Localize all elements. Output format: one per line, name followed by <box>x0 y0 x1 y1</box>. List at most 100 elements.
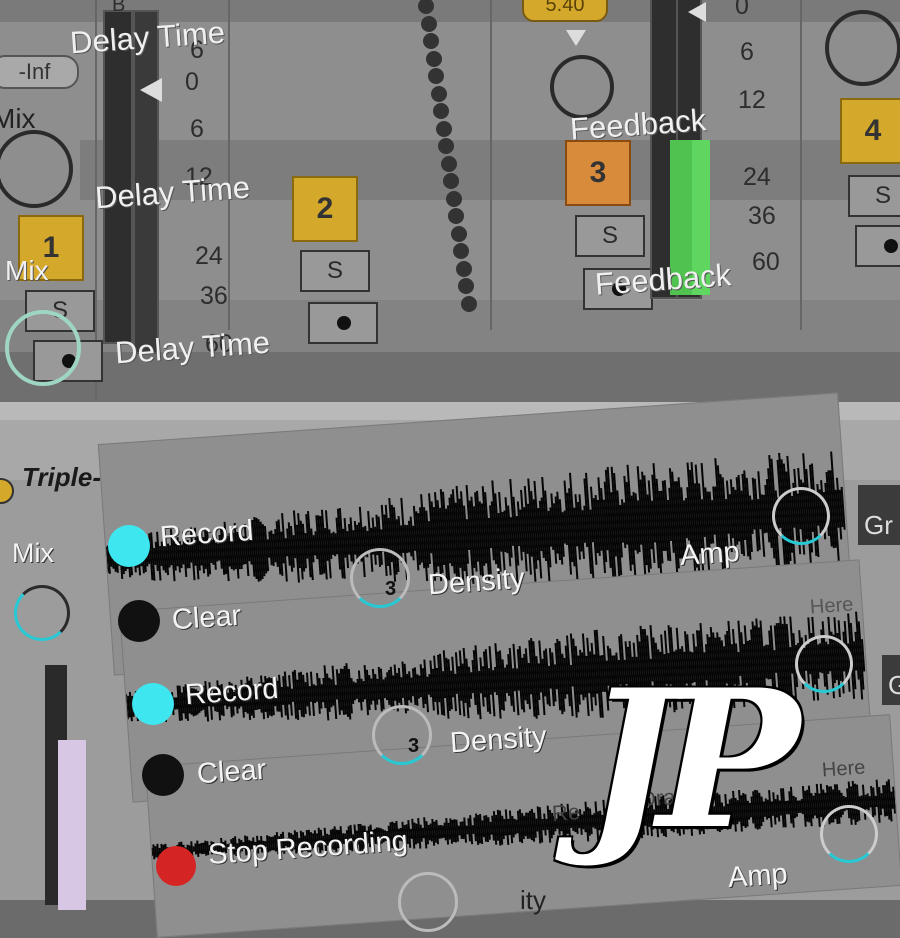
clip-slot-dot <box>443 173 459 189</box>
record-button-2[interactable] <box>132 683 174 725</box>
waveform-sample <box>463 821 464 839</box>
waveform-sample <box>292 689 293 702</box>
waveform-sample <box>417 824 418 844</box>
track-button-2[interactable]: 2 <box>292 176 358 242</box>
clip-slot-dot <box>458 278 474 294</box>
density-label: Density <box>449 721 548 761</box>
clear-button-1[interactable] <box>118 600 160 642</box>
fader-arrow-icon[interactable] <box>140 78 162 102</box>
waveform-sample <box>882 793 883 808</box>
waveform-sample <box>504 819 505 835</box>
mix-label: Mix <box>5 255 49 287</box>
amp-knob-1[interactable] <box>772 487 830 545</box>
waveform-sample <box>197 841 198 857</box>
waveform-sample <box>467 826 468 835</box>
waveform-sample <box>893 787 895 814</box>
scale-mark: B <box>112 0 125 17</box>
waveform-sample <box>508 819 509 835</box>
solo-button-3[interactable]: S <box>575 215 645 257</box>
clip-slot-dot <box>423 33 439 49</box>
scale-tick-24: 24 <box>195 242 223 271</box>
grain-button[interactable]: G <box>882 655 900 705</box>
volume-readout[interactable]: -Inf <box>0 55 79 89</box>
triangle-down-icon <box>566 30 586 46</box>
waveform-sample <box>359 671 362 711</box>
scale-tick-36: 36 <box>200 282 228 311</box>
waveform-sample <box>473 825 474 834</box>
record-button-1[interactable] <box>108 525 150 567</box>
density-value: 3 <box>408 735 419 758</box>
send-knob[interactable] <box>5 310 81 386</box>
solo-button-2[interactable]: S <box>300 250 370 292</box>
record-arm-button-2[interactable] <box>308 302 378 344</box>
clear-label: Clear <box>196 754 267 792</box>
scale-tick-36: 36 <box>748 202 776 231</box>
clip-slot-dot <box>438 138 454 154</box>
clip-slot-dot <box>448 208 464 224</box>
stop-recording-button[interactable] <box>156 846 196 886</box>
record-dot-icon <box>884 239 898 253</box>
mix-knob[interactable] <box>0 130 73 208</box>
clip-slot-dot <box>453 243 469 259</box>
tempo-readout[interactable]: 5.40 <box>522 0 608 22</box>
waveform-sample <box>384 679 385 698</box>
scale-tick-0: 0 <box>735 0 749 21</box>
amp-label: Amp <box>679 536 741 573</box>
waveform-sample <box>411 829 412 839</box>
drag-here-hint: Here <box>809 594 854 620</box>
record-arm-button-4[interactable] <box>855 225 900 267</box>
waveform-sample <box>429 825 430 840</box>
waveform-sample <box>310 686 311 702</box>
clip-slot-dot <box>426 51 442 67</box>
waveform-sample <box>537 819 538 832</box>
clip-slot-dot <box>456 261 472 277</box>
density-label: Density <box>427 563 526 603</box>
scale-tick-6: 6 <box>190 115 204 144</box>
track-button-3[interactable]: 3 <box>565 140 631 206</box>
solo-button-4[interactable]: S <box>848 175 900 217</box>
density-knob-3[interactable] <box>398 872 458 932</box>
waveform-sample <box>152 848 153 856</box>
waveform-sample <box>870 796 871 807</box>
clear-button-2[interactable] <box>142 754 184 796</box>
waveform-sample <box>543 819 544 830</box>
track-button-4[interactable]: 4 <box>840 98 900 164</box>
waveform-sample <box>517 820 518 834</box>
clip-slot-dot <box>436 121 452 137</box>
waveform-sample <box>354 682 355 701</box>
waveform-sample <box>459 826 460 836</box>
device-mix-knob[interactable] <box>14 585 70 641</box>
record-label: Record <box>159 515 255 554</box>
waveform-sample <box>176 697 177 709</box>
record-label-partial: Re <box>551 799 581 827</box>
record-dot-icon <box>337 316 351 330</box>
waveform-sample <box>174 697 175 709</box>
waveform-sample <box>445 823 446 841</box>
density-knob-2[interactable] <box>372 705 432 765</box>
waveform-sample <box>510 811 512 844</box>
waveform-sample <box>268 539 269 557</box>
waveform-sample <box>423 828 424 838</box>
fader-arrow-icon[interactable] <box>688 2 706 22</box>
waveform-sample <box>316 685 317 701</box>
waveform-sample <box>364 681 365 699</box>
waveform-sample <box>289 675 292 715</box>
waveform-sample <box>195 843 196 854</box>
waveform-sample <box>866 795 867 809</box>
waveform-sample <box>336 685 337 700</box>
waveform-sample <box>428 677 429 695</box>
waveform-sample <box>288 686 289 704</box>
waveform-sample <box>356 683 357 699</box>
waveform-sample <box>203 843 204 854</box>
density-knob-1[interactable] <box>350 548 410 608</box>
clear-label: Clear <box>171 600 242 638</box>
waveform-sample <box>544 814 546 836</box>
channel-divider <box>800 0 802 330</box>
grain-button[interactable]: Gr <box>858 485 900 545</box>
waveform-sample <box>156 846 157 857</box>
waveform-sample <box>483 820 484 837</box>
waveform-sample <box>201 843 202 854</box>
pan-knob[interactable] <box>825 10 900 86</box>
scale-tick-60: 60 <box>752 248 780 277</box>
scale-tick-12: 12 <box>738 86 766 115</box>
